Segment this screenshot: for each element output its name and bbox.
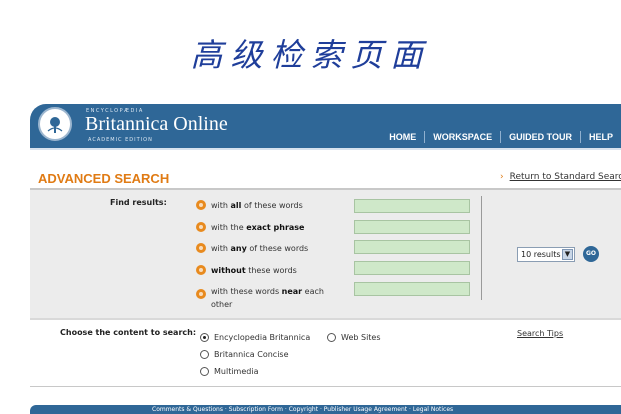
option-any-words: with any of these words (196, 242, 308, 255)
find-results-label: Find results: (110, 198, 167, 207)
radio-unchecked-icon[interactable] (200, 367, 209, 376)
radio-unchecked-icon[interactable] (200, 350, 209, 359)
go-button[interactable]: GO (583, 246, 599, 262)
search-tips-link[interactable]: Search Tips (517, 329, 563, 338)
option-all-words: with all of these words (196, 199, 303, 212)
results-per-page-select[interactable]: 10 results ▼ (517, 247, 575, 262)
nav-workspace[interactable]: WORKSPACE (424, 131, 500, 143)
any-words-input[interactable] (354, 240, 470, 254)
top-nav: HOME WORKSPACE GUIDED TOUR HELP (381, 129, 621, 145)
radio-checked-icon[interactable] (200, 333, 209, 342)
footer-rule (30, 386, 621, 387)
footer-links[interactable]: Comments & Questions · Subscription Form… (152, 405, 453, 414)
advanced-search-title: ADVANCED SEARCH (38, 171, 170, 186)
without-words-input[interactable] (354, 261, 470, 275)
site-footer: Comments & Questions · Subscription Form… (30, 405, 621, 414)
page-title: 高级检索页面 (190, 36, 431, 74)
return-to-standard-search-link[interactable]: › Return to Standard Search (500, 172, 621, 182)
nav-home[interactable]: HOME (381, 131, 424, 143)
site-header: ENCYCLOPÆDIA Britannica Online ACADEMIC … (30, 104, 621, 150)
nav-help[interactable]: HELP (579, 131, 621, 143)
radio-web-sites[interactable]: Web Sites (327, 333, 381, 342)
content-choice-label: Choose the content to search: (60, 328, 197, 337)
near-words-input[interactable] (354, 282, 470, 296)
panel-divider-vertical (481, 196, 482, 300)
radio-encyclopedia-britannica[interactable]: Encyclopedia Britannica (200, 333, 310, 342)
brand-edition: ACADEMIC EDITION (88, 137, 153, 143)
brand-name[interactable]: Britannica Online (85, 113, 228, 136)
option-exact-phrase: with the exact phrase (196, 221, 304, 234)
header-strip (30, 148, 621, 150)
info-bullet-icon (196, 289, 206, 299)
info-bullet-icon (196, 243, 206, 253)
info-bullet-icon (196, 222, 206, 232)
exact-phrase-input[interactable] (354, 220, 470, 234)
radio-multimedia[interactable]: Multimedia (200, 367, 258, 376)
results-select-value: 10 results (521, 250, 561, 259)
radio-unchecked-icon[interactable] (327, 333, 336, 342)
nav-guided-tour[interactable]: GUIDED TOUR (500, 131, 580, 143)
info-bullet-icon (196, 265, 206, 275)
all-words-input[interactable] (354, 199, 470, 213)
chevron-down-icon[interactable]: ▼ (562, 249, 573, 260)
britannica-thistle-logo[interactable] (38, 107, 72, 141)
info-bullet-icon (196, 200, 206, 210)
chevron-right-icon: › (500, 172, 504, 182)
thistle-icon (47, 117, 63, 133)
option-near-words: with these words near each other (196, 285, 346, 311)
return-link-label[interactable]: Return to Standard Search (510, 172, 621, 182)
option-without-words: without these words (196, 264, 297, 277)
radio-britannica-concise[interactable]: Britannica Concise (200, 350, 289, 359)
